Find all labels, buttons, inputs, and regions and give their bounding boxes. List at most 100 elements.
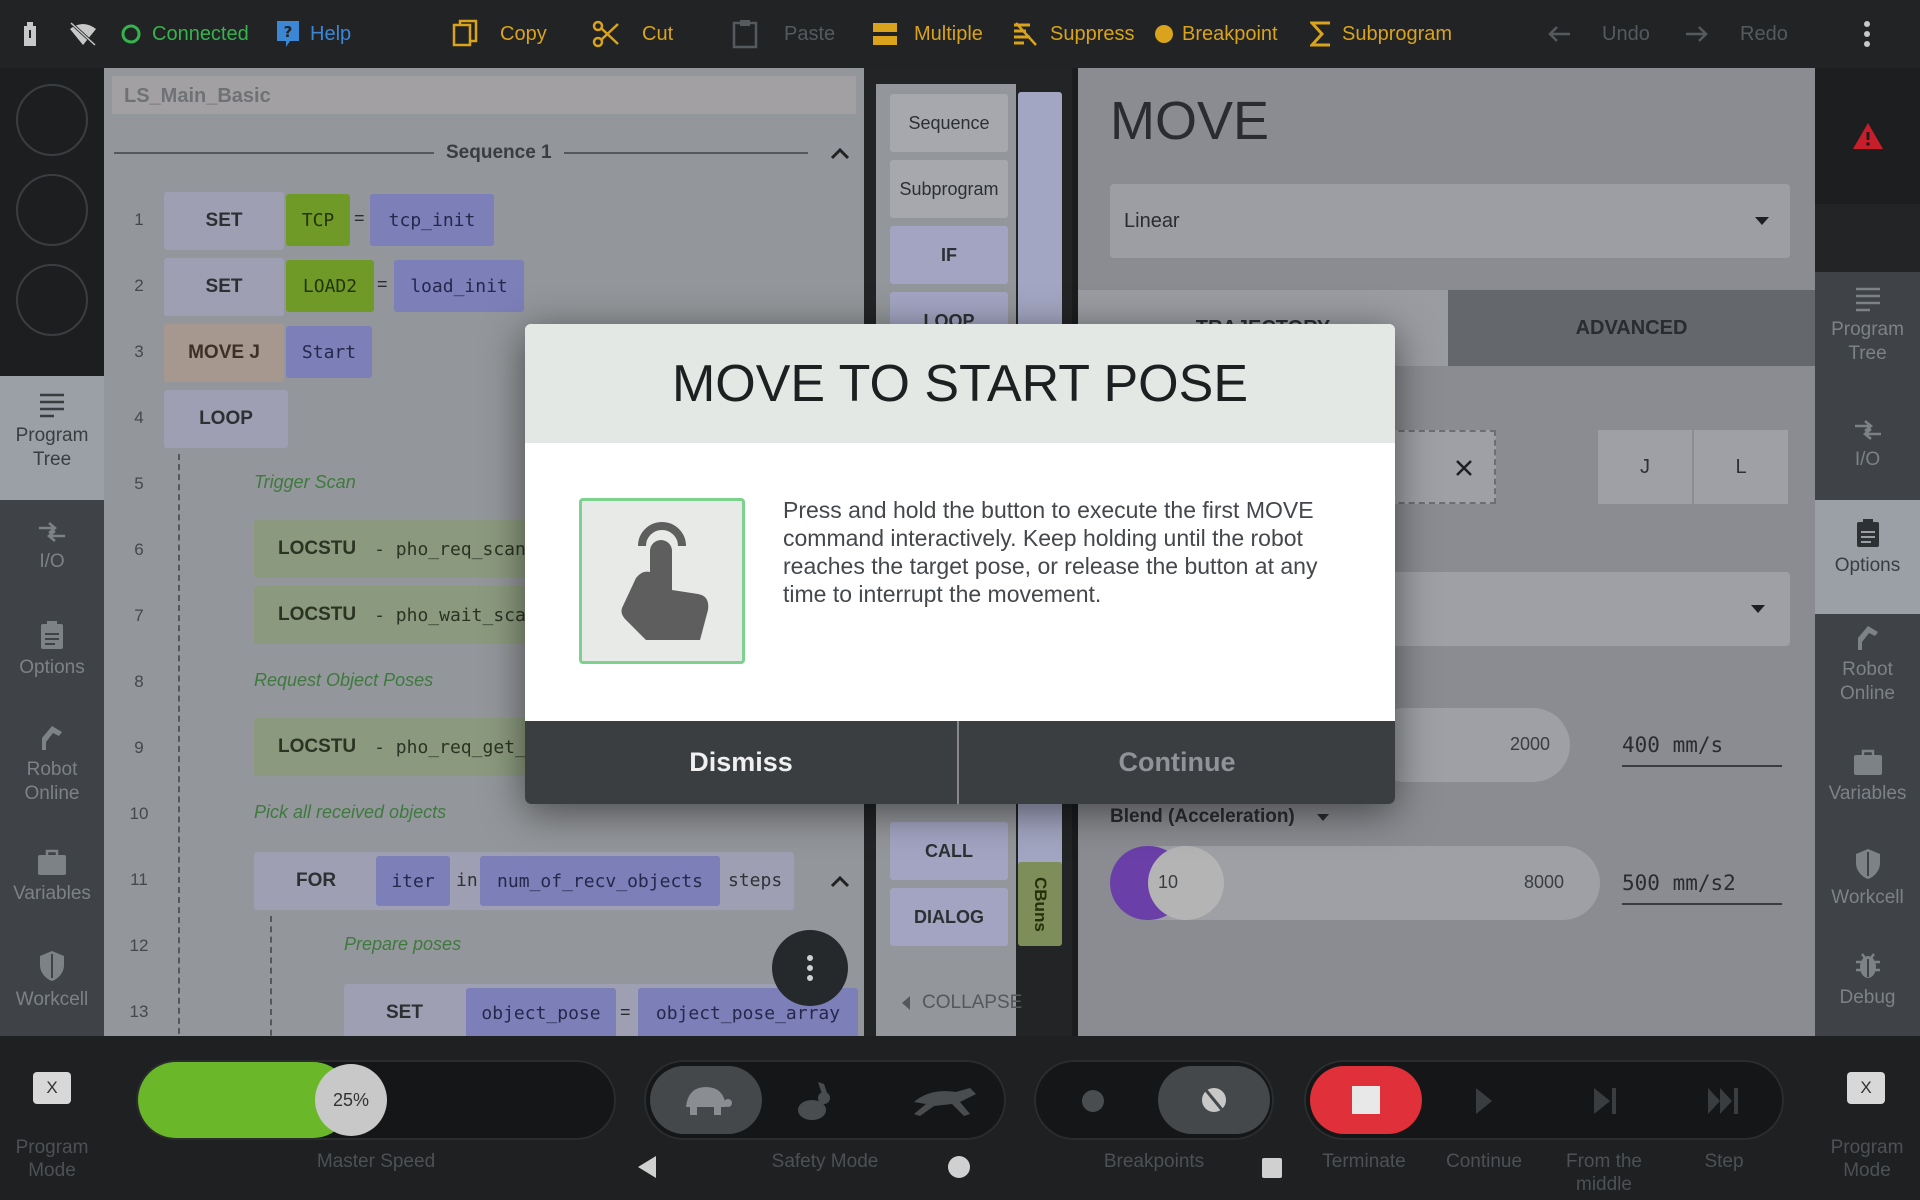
comment[interactable]: Trigger Scan [254, 472, 356, 493]
value-tag[interactable]: num_of_recv_objects [480, 856, 720, 906]
cmd-locstu[interactable]: LOCSTU - pho_req_get_ [254, 718, 554, 776]
undo-button[interactable]: Undo [1546, 0, 1650, 68]
palette-cbuns-tab[interactable]: CBuns [1018, 862, 1062, 946]
waypoint-tag[interactable]: Start [286, 326, 372, 378]
cmd-set[interactable]: SET [164, 192, 284, 250]
nav-variables[interactable]: Variables [1815, 748, 1920, 806]
hold-to-move-button[interactable] [579, 498, 745, 664]
master-speed-slider[interactable]: 25% [136, 1060, 616, 1140]
copy-button[interactable]: Copy [452, 0, 547, 68]
sigma-icon [1310, 21, 1330, 47]
nav-io[interactable]: I/O [1815, 418, 1920, 472]
palette-call[interactable]: CALL [890, 822, 1008, 880]
variable-tag[interactable]: iter [376, 856, 450, 906]
blend-label[interactable]: Blend (Acceleration) [1110, 806, 1330, 828]
cut-button[interactable]: Cut [592, 0, 673, 68]
reference-select[interactable] [1368, 572, 1790, 646]
android-home-icon[interactable] [948, 1156, 970, 1178]
cmd-set[interactable]: SET [164, 258, 284, 316]
dismiss-button[interactable]: Dismiss [525, 721, 959, 804]
play-icon[interactable] [1474, 1086, 1494, 1116]
joint-toggle-j[interactable]: J [1598, 430, 1692, 504]
acceleration-slider[interactable]: 10 8000 [1110, 846, 1600, 920]
more-actions-fab[interactable] [772, 930, 848, 1006]
continue-button[interactable]: Continue [959, 721, 1395, 804]
cmd-locstu[interactable]: LOCSTU - pho_wait_sca [254, 586, 554, 644]
breakpoint-button[interactable]: Breakpoint [1154, 0, 1278, 68]
nav-label: Online [24, 783, 80, 804]
nav-robot-online[interactable]: Robot Online [1815, 620, 1920, 706]
value-tag[interactable]: load_init [394, 260, 524, 312]
terminate-button[interactable] [1310, 1066, 1422, 1134]
robot-icon[interactable] [20, 0, 50, 68]
redo-button[interactable]: Redo [1684, 0, 1788, 68]
terminate-label: Terminate [1322, 1151, 1406, 1172]
collapse-button[interactable]: COLLAPSE [900, 992, 1022, 1014]
comment[interactable]: Request Object Poses [254, 670, 433, 691]
palette-dialog[interactable]: DIALOG [890, 888, 1008, 946]
safety-mode-cheetah[interactable] [910, 1082, 980, 1123]
program-mode-close-button[interactable]: X [33, 1072, 71, 1104]
step-icon[interactable] [1706, 1086, 1742, 1116]
stop-icon [1352, 1086, 1380, 1114]
nav-workcell[interactable]: Workcell [1815, 848, 1920, 910]
more-menu-button[interactable] [1862, 0, 1882, 68]
comment[interactable]: Prepare poses [344, 934, 461, 955]
help-icon: ? [277, 21, 299, 47]
scissors-icon [592, 20, 619, 48]
close-icon[interactable] [1454, 458, 1474, 478]
panel-title: MOVE [1110, 91, 1270, 151]
clipboard-list-icon [41, 621, 63, 649]
chevron-up-icon[interactable] [830, 874, 850, 888]
joint-toggle-l[interactable]: L [1694, 430, 1788, 504]
warning-indicator[interactable] [1815, 68, 1920, 204]
connection-status[interactable]: Connected [120, 0, 249, 68]
subprogram-label: Subprogram [1342, 22, 1453, 45]
palette-sequence[interactable]: Sequence [890, 94, 1008, 152]
multiple-button[interactable]: Multiple [872, 0, 983, 68]
skip-to-end-icon[interactable] [1592, 1086, 1618, 1116]
nav-program-tree[interactable]: Program Tree [1815, 286, 1920, 366]
nav-io[interactable]: I/O [0, 520, 104, 574]
nav-options[interactable]: Options [0, 620, 104, 680]
copy-label: Copy [500, 22, 547, 45]
variable-tag[interactable]: TCP [286, 194, 350, 246]
multiple-icon [873, 23, 897, 45]
nav-debug[interactable]: Debug [1815, 950, 1920, 1010]
android-back-icon[interactable] [636, 1154, 658, 1180]
comment[interactable]: Pick all received objects [254, 802, 446, 823]
speed-value-input[interactable]: 400 mm/s [1622, 733, 1782, 767]
network-off-icon[interactable] [68, 0, 108, 68]
acceleration-value-input[interactable]: 500 mm/s2 [1622, 871, 1782, 905]
suppress-button[interactable]: Suppress [1012, 0, 1135, 68]
cmd-loop[interactable]: LOOP [164, 390, 288, 448]
from-middle-label: From the middle [1565, 1151, 1643, 1195]
safety-mode-turtle[interactable] [650, 1066, 762, 1134]
safety-mode-rabbit[interactable] [790, 1082, 834, 1127]
nav-variables[interactable]: Variables [0, 848, 104, 906]
connected-label: Connected [152, 22, 249, 45]
variable-tag[interactable]: object_pose [466, 988, 616, 1036]
move-type-select[interactable]: Linear [1110, 184, 1790, 258]
nav-robot-online[interactable]: Robot Online [0, 720, 104, 806]
palette-if[interactable]: IF [890, 226, 1008, 284]
paste-button[interactable]: Paste [732, 0, 835, 68]
variable-tag[interactable]: LOAD2 [286, 260, 374, 312]
program-mode-close-button[interactable]: X [1847, 1072, 1885, 1104]
nav-workcell[interactable]: Workcell [0, 950, 104, 1012]
value-tag[interactable]: tcp_init [370, 194, 494, 246]
breakpoints-disabled-button[interactable] [1158, 1066, 1270, 1134]
continue-label: Continue [1445, 1151, 1523, 1172]
chevron-up-icon[interactable] [830, 146, 850, 160]
cmd-locstu[interactable]: LOCSTU - pho_req_scan [254, 520, 554, 578]
master-speed-knob[interactable]: 25% [315, 1064, 387, 1136]
nav-options[interactable]: Options [1815, 500, 1920, 614]
palette-subprogram[interactable]: Subprogram [890, 160, 1008, 218]
nav-program-tree[interactable]: Program Tree [0, 376, 104, 500]
subprogram-button[interactable]: Subprogram [1310, 0, 1452, 68]
tab-advanced[interactable]: ADVANCED [1448, 290, 1815, 366]
cmd-move-j[interactable]: MOVE J [164, 324, 284, 382]
breakpoint-on-icon[interactable] [1082, 1090, 1104, 1112]
android-recents-icon[interactable] [1262, 1158, 1282, 1178]
help-button[interactable]: ? Help [276, 0, 351, 68]
